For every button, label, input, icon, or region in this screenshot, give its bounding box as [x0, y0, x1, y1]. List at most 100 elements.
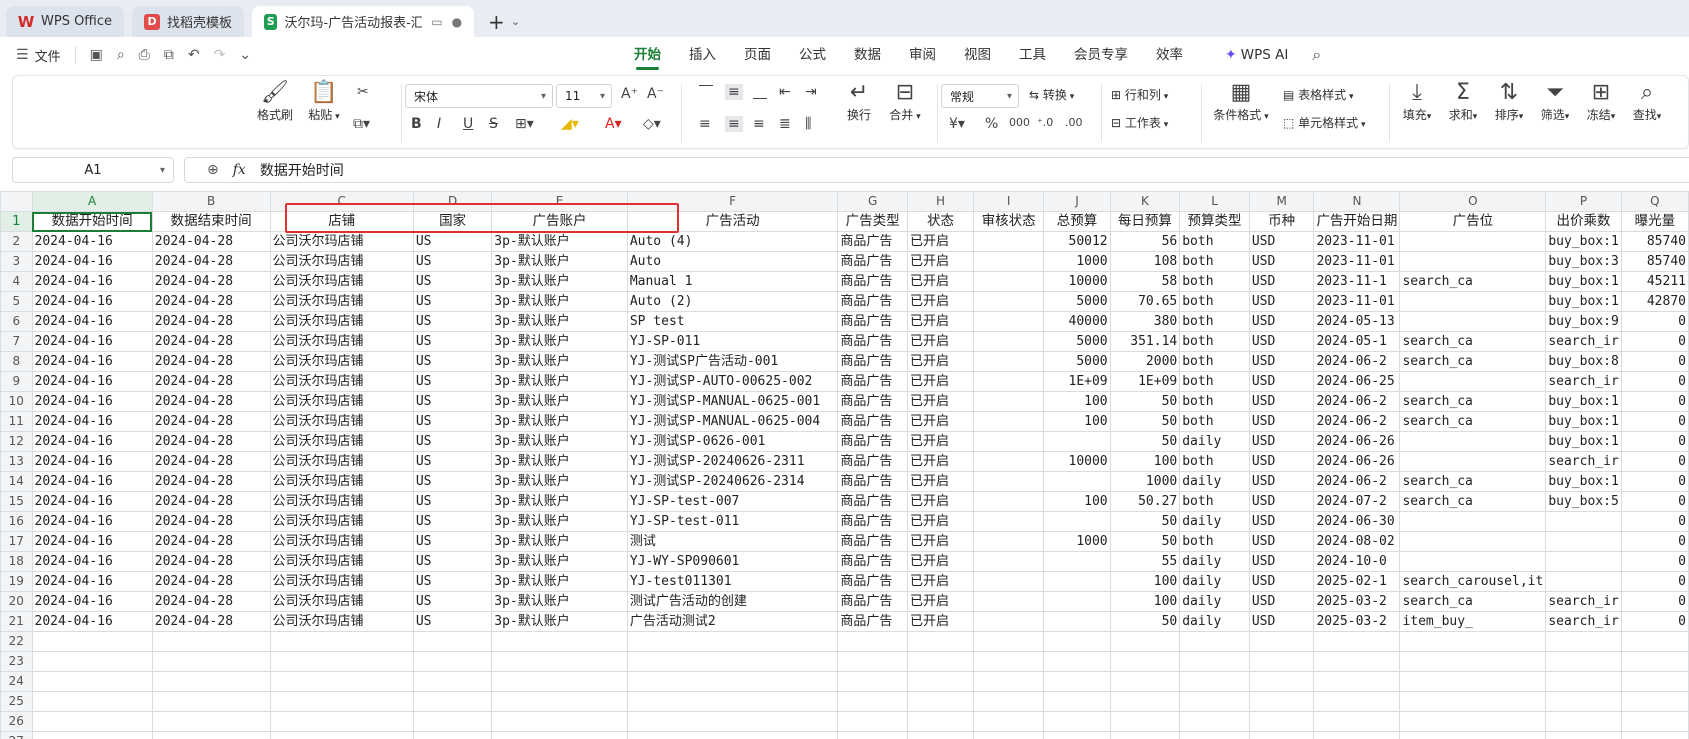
justify-icon[interactable]: ≣ [779, 116, 791, 132]
tab-member[interactable]: 会员专享 [1060, 37, 1142, 73]
cell[interactable]: 0 [1620, 431, 1689, 452]
cell[interactable]: 商品广告 [837, 491, 908, 512]
column-header[interactable]: N [1313, 191, 1401, 212]
cell[interactable]: 2024-06-2 [1313, 391, 1401, 412]
cell[interactable]: 3p-默认账户 [491, 451, 628, 472]
font-name-select[interactable]: 宋体 ▾ [405, 84, 553, 108]
cell[interactable]: 2024-04-28 [151, 611, 271, 632]
cell[interactable] [972, 631, 1045, 652]
row-header[interactable]: 17 [0, 531, 33, 552]
cell[interactable]: 已开启 [906, 351, 974, 372]
cell[interactable]: 100 [1109, 591, 1181, 612]
column-header[interactable]: J [1043, 191, 1111, 212]
cell[interactable]: 85740 [1620, 231, 1689, 252]
cell[interactable]: 0 [1620, 411, 1689, 432]
cell[interactable] [1043, 651, 1111, 672]
cell[interactable]: buy_box:1 [1545, 271, 1622, 292]
cell[interactable] [1109, 631, 1181, 652]
cell[interactable]: US [412, 531, 493, 552]
cell[interactable] [972, 711, 1045, 732]
cell[interactable]: 3p-默认账户 [491, 611, 628, 632]
cell[interactable]: 商品广告 [837, 351, 908, 372]
cell[interactable]: 公司沃尔玛店铺 [269, 391, 414, 412]
cell[interactable]: 公司沃尔玛店铺 [269, 611, 414, 632]
cell[interactable]: buy_box:1 [1545, 411, 1622, 432]
percent-icon[interactable]: % [985, 116, 998, 132]
cell[interactable]: 2024-04-28 [151, 331, 271, 352]
cell[interactable] [1043, 711, 1111, 732]
cell[interactable] [1399, 711, 1547, 732]
cell[interactable] [412, 651, 493, 672]
decrease-font-icon[interactable]: A⁻ [647, 86, 664, 102]
paste-button[interactable]: 📋 粘贴 ▾ [303, 80, 345, 123]
row-header[interactable]: 4 [0, 271, 33, 292]
cell[interactable] [626, 671, 839, 692]
cell[interactable] [1043, 551, 1111, 572]
strikethrough-icon[interactable]: S [489, 116, 498, 132]
cell[interactable] [31, 631, 153, 652]
clear-format-icon[interactable]: ◇▾ [643, 116, 661, 132]
cell[interactable]: 50012 [1043, 231, 1111, 252]
cut-icon[interactable]: ✂ [357, 84, 369, 100]
cell[interactable]: 2024-04-16 [31, 311, 153, 332]
column-header[interactable]: L [1179, 191, 1250, 212]
cell[interactable]: 公司沃尔玛店铺 [269, 251, 414, 272]
cell[interactable]: 100 [1043, 491, 1111, 512]
cell[interactable]: 3p-默认账户 [491, 371, 628, 392]
cell[interactable] [837, 631, 908, 652]
cell[interactable]: 2024-05-1 [1313, 331, 1401, 352]
cell[interactable]: 100 [1109, 451, 1181, 472]
cell[interactable]: 50 [1109, 431, 1181, 452]
cell[interactable]: US [412, 511, 493, 532]
cell[interactable] [972, 691, 1045, 712]
column-header[interactable]: O [1399, 191, 1547, 212]
cell[interactable]: both [1179, 351, 1250, 372]
cell[interactable]: 商品广告 [837, 571, 908, 592]
cell[interactable] [626, 631, 839, 652]
cell[interactable]: USD [1248, 271, 1315, 292]
cell[interactable]: 2024-04-28 [151, 511, 271, 532]
cell[interactable]: 2024-04-28 [151, 391, 271, 412]
cell[interactable]: 2024-04-16 [31, 271, 153, 292]
cell[interactable]: 2024-04-28 [151, 311, 271, 332]
cell[interactable] [972, 571, 1045, 592]
cell[interactable]: USD [1248, 531, 1315, 552]
cell[interactable] [1399, 691, 1547, 712]
cell[interactable]: USD [1248, 511, 1315, 532]
cell[interactable]: 2025-03-2 [1313, 591, 1401, 612]
cell[interactable]: 2025-02-1 [1313, 571, 1401, 592]
cell[interactable]: USD [1248, 391, 1315, 412]
cell[interactable]: 3p-默认账户 [491, 311, 628, 332]
cell[interactable]: SP test [626, 311, 839, 332]
cell[interactable]: 2024-04-16 [31, 571, 153, 592]
cell[interactable] [1179, 631, 1250, 652]
cell[interactable] [1399, 551, 1547, 572]
cell[interactable]: YJ-SP-test-011 [626, 511, 839, 532]
cell[interactable]: 2024-04-28 [151, 571, 271, 592]
cell[interactable] [972, 451, 1045, 472]
cell[interactable]: 商品广告 [837, 291, 908, 312]
cell[interactable] [972, 731, 1045, 739]
cell[interactable]: 2024-08-02 [1313, 531, 1401, 552]
row-header[interactable]: 6 [0, 311, 33, 332]
cell[interactable]: 2024-04-16 [31, 491, 153, 512]
cell[interactable]: search_ca [1399, 471, 1547, 492]
cell[interactable]: 商品广告 [837, 371, 908, 392]
cell[interactable]: buy_box:8 [1545, 351, 1622, 372]
cell[interactable] [1313, 731, 1401, 739]
cell[interactable]: 2024-04-16 [31, 371, 153, 392]
copy-icon[interactable]: ⧉▾ [353, 116, 370, 132]
cell[interactable] [1313, 651, 1401, 672]
cell[interactable]: 2024-04-16 [31, 531, 153, 552]
cell[interactable]: 351.14 [1109, 331, 1181, 352]
cell[interactable]: 2024-04-28 [151, 471, 271, 492]
cell[interactable] [1179, 671, 1250, 692]
cell[interactable]: 商品广告 [837, 511, 908, 532]
cell[interactable]: USD [1248, 251, 1315, 272]
cell[interactable] [491, 651, 628, 672]
cell[interactable]: 58 [1109, 271, 1181, 292]
align-right-icon[interactable]: ≡ [753, 116, 765, 132]
cell[interactable]: 10000 [1043, 271, 1111, 292]
cell[interactable]: Auto (2) [626, 291, 839, 312]
cell[interactable]: 已开启 [906, 611, 974, 632]
